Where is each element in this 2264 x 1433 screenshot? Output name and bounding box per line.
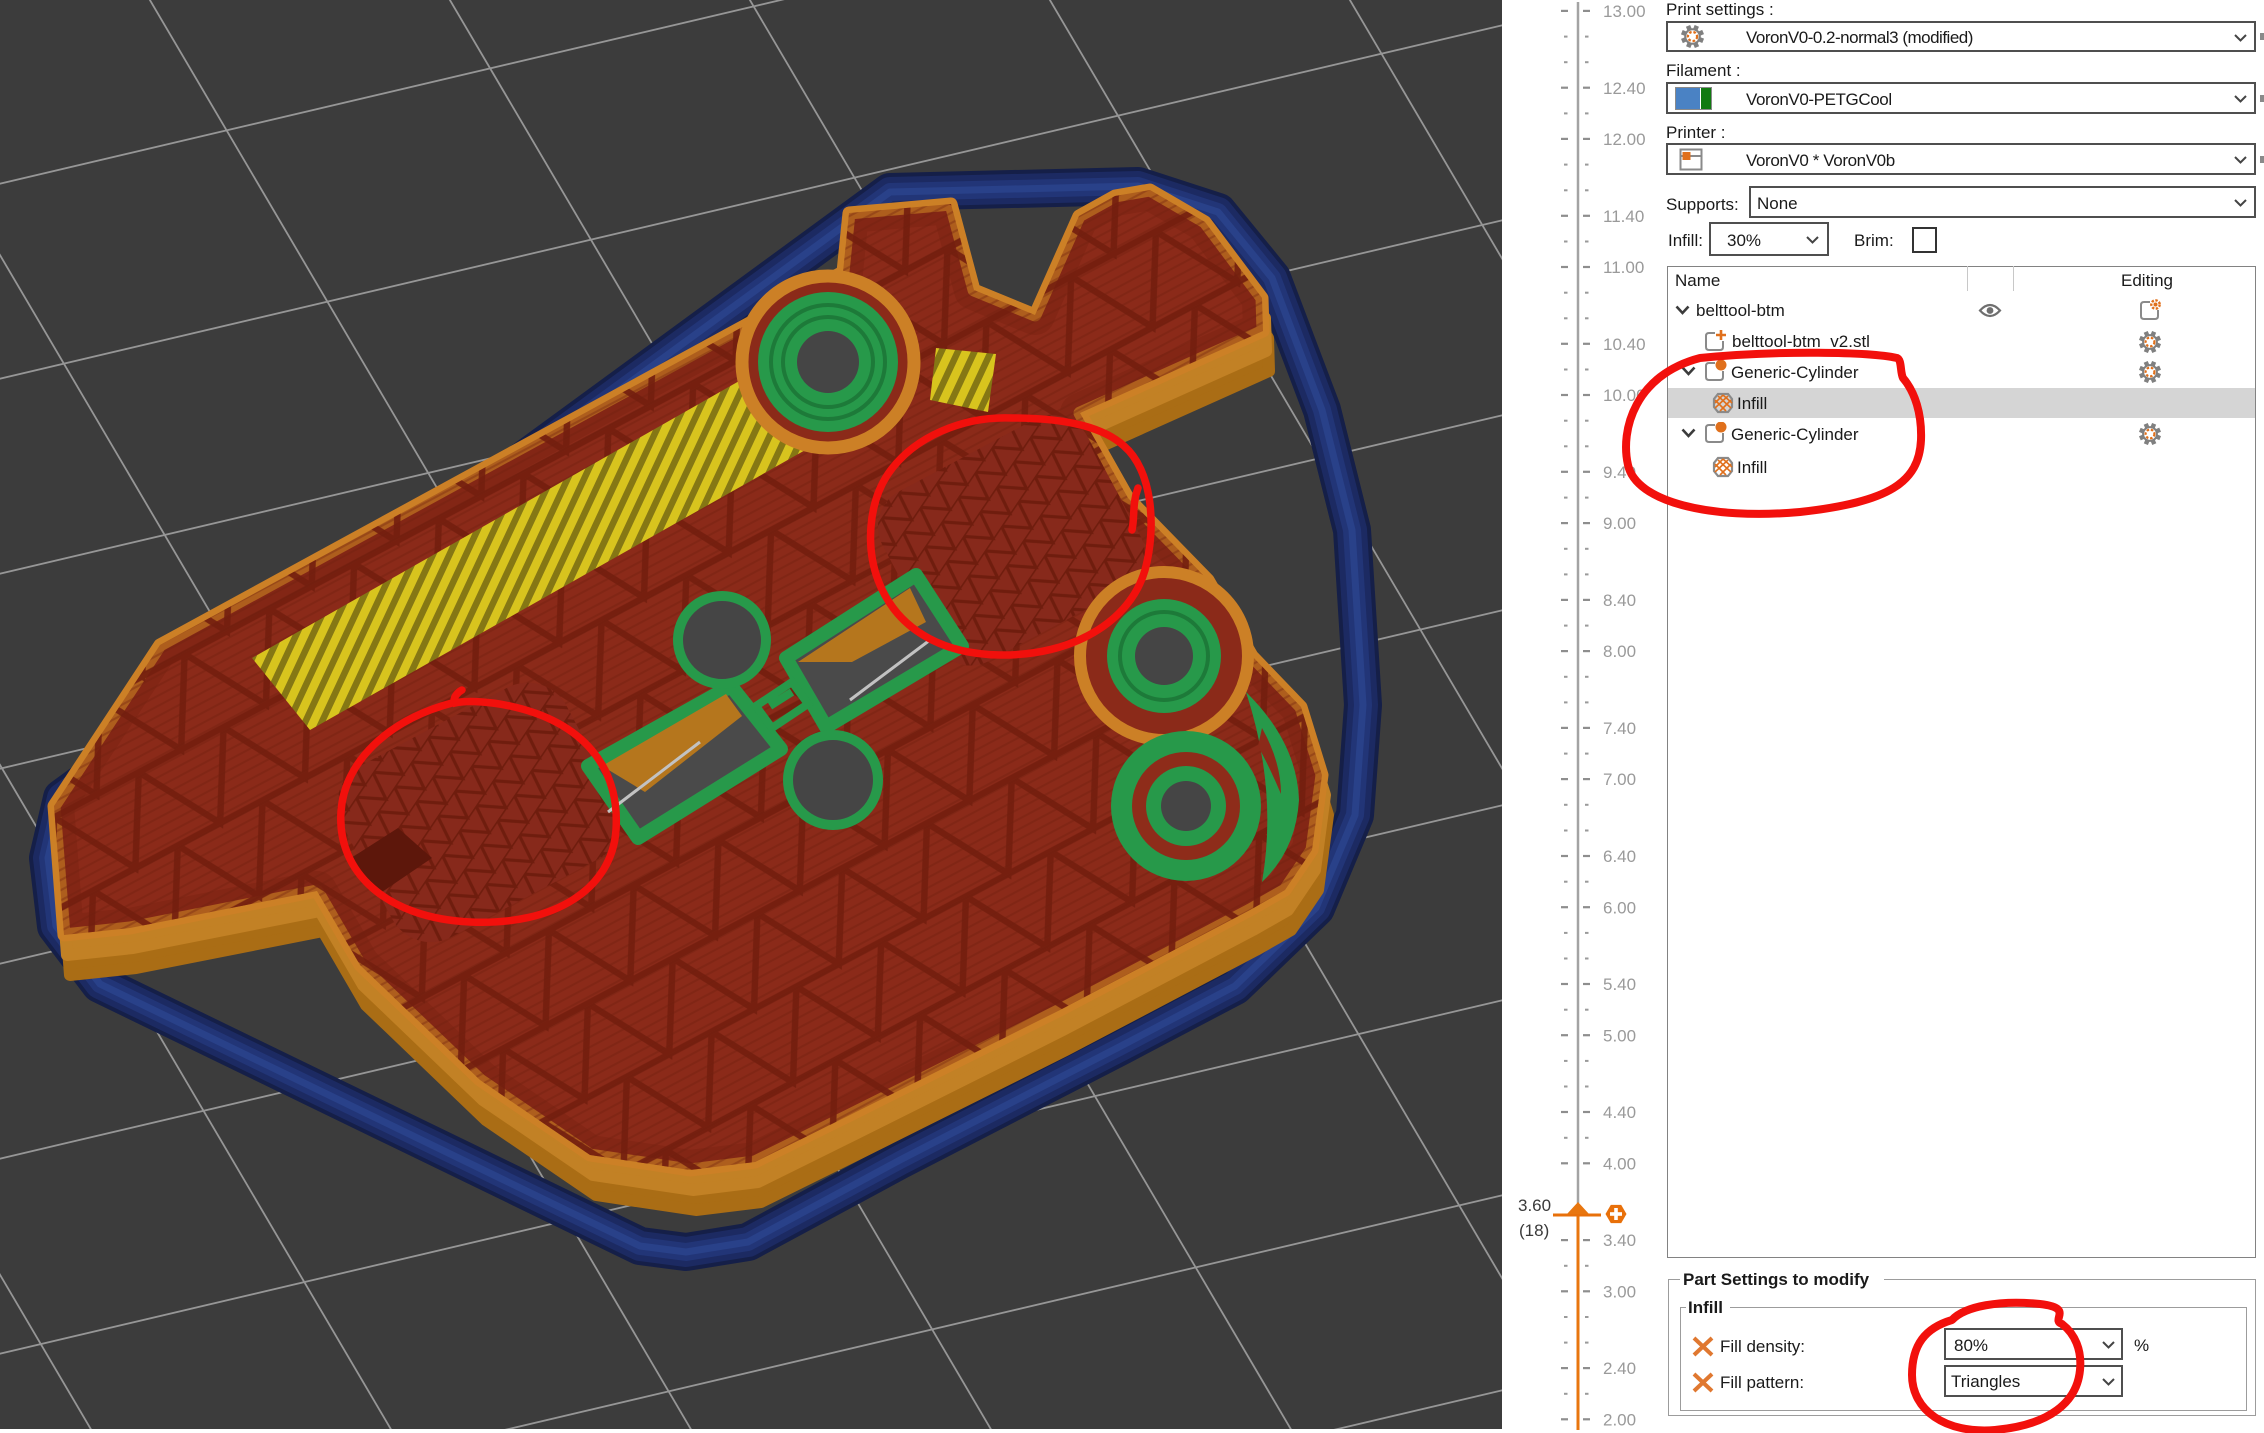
svg-text:7.40: 7.40 (1603, 719, 1636, 738)
svg-text:4.40: 4.40 (1603, 1103, 1636, 1122)
svg-text:(18): (18) (1519, 1221, 1549, 1240)
svg-text:6.40: 6.40 (1603, 847, 1636, 866)
svg-text:11.00: 11.00 (1603, 258, 1644, 277)
svg-text:2.00: 2.00 (1603, 1410, 1636, 1429)
svg-text:2.40: 2.40 (1603, 1359, 1636, 1378)
svg-text:3.00: 3.00 (1603, 1282, 1636, 1301)
svg-text:3.60: 3.60 (1518, 1196, 1551, 1215)
svg-text:11.40: 11.40 (1603, 207, 1644, 226)
svg-text:5.40: 5.40 (1603, 975, 1636, 994)
svg-text:8.00: 8.00 (1603, 642, 1636, 661)
svg-text:12.40: 12.40 (1603, 79, 1646, 98)
svg-text:8.40: 8.40 (1603, 591, 1636, 610)
svg-text:13.00: 13.00 (1603, 2, 1646, 21)
svg-text:5.00: 5.00 (1603, 1026, 1636, 1045)
svg-text:7.00: 7.00 (1603, 770, 1636, 789)
svg-text:6.00: 6.00 (1603, 898, 1636, 917)
svg-text:12.00: 12.00 (1603, 130, 1646, 149)
svg-text:3.40: 3.40 (1603, 1231, 1636, 1250)
svg-text:4.00: 4.00 (1603, 1154, 1636, 1173)
